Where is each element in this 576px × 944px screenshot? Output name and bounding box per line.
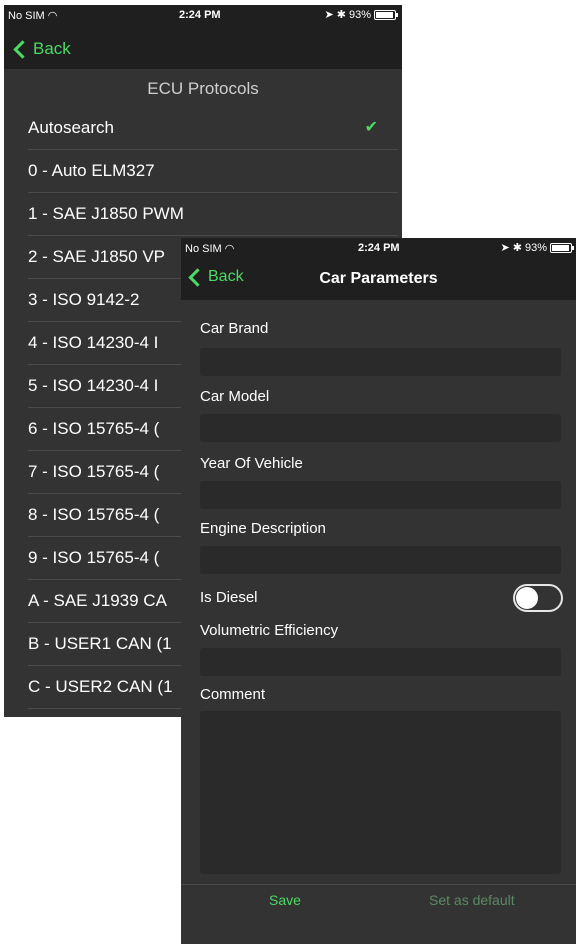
- engine-input[interactable]: [200, 546, 561, 574]
- protocol-label: 4 - ISO 14230-4 I: [28, 333, 159, 352]
- comment-textarea[interactable]: [200, 711, 561, 874]
- ve-input[interactable]: [200, 648, 561, 676]
- year-input[interactable]: [200, 481, 561, 509]
- car-parameters-screen: No SIM ◠ 2:24 PM ➤ ✱ 93% Back Car Parame…: [181, 238, 576, 944]
- nav-bar: Back Car Parameters: [181, 258, 576, 300]
- protocol-item[interactable]: Autosearch ✔: [28, 107, 398, 150]
- battery-percent: 93%: [348, 8, 371, 21]
- car-brand-label: Car Brand: [200, 320, 269, 337]
- bottom-toolbar: Save Set as default: [181, 884, 576, 944]
- bluetooth-icon: ✱: [336, 9, 346, 21]
- status-bar: No SIM ◠ 2:24 PM ➤ ✱ 93%: [181, 238, 576, 258]
- car-model-label: Car Model: [200, 388, 270, 405]
- battery-icon: [374, 9, 398, 20]
- protocol-item[interactable]: 1 - SAE J1850 PWM: [28, 193, 398, 236]
- protocol-label: 0 - Auto ELM327: [28, 161, 155, 180]
- battery-percent: 93%: [524, 241, 547, 254]
- protocol-label: 9 - ISO 15765-4 (: [28, 548, 160, 567]
- engine-label: Engine Description: [200, 520, 326, 537]
- protocol-label: 5 - ISO 14230-4 I: [28, 376, 159, 395]
- is-diesel-toggle[interactable]: [513, 584, 563, 612]
- battery-icon: [550, 242, 574, 253]
- chevron-left-icon: [13, 39, 32, 59]
- is-diesel-label: Is Diesel: [200, 589, 258, 606]
- comment-label: Comment: [200, 686, 266, 703]
- back-button[interactable]: Back: [12, 39, 71, 59]
- status-right: ➤ ✱ 93%: [500, 241, 574, 254]
- protocol-label: 6 - ISO 15765-4 (: [28, 419, 160, 438]
- section-title: ECU Protocols: [147, 79, 259, 98]
- save-button[interactable]: Save: [269, 892, 301, 908]
- car-brand-input[interactable]: [200, 348, 561, 376]
- toggle-knob: [516, 587, 538, 609]
- year-label: Year Of Vehicle: [200, 455, 303, 472]
- back-label: Back: [33, 39, 71, 58]
- protocol-label: 3 - ISO 9142-2: [28, 290, 140, 309]
- protocol-label: C - USER2 CAN (1: [28, 677, 173, 696]
- status-right: ➤ ✱ 93%: [324, 8, 398, 21]
- carrier-label: No SIM ◠: [185, 243, 235, 255]
- protocol-label: 7 - ISO 15765-4 (: [28, 462, 160, 481]
- protocol-label: 2 - SAE J1850 VP: [28, 247, 166, 266]
- status-time: 2:24 PM: [179, 9, 221, 21]
- wifi-icon: ◠: [47, 10, 58, 22]
- protocol-label: Autosearch: [28, 118, 114, 137]
- protocol-item[interactable]: 0 - Auto ELM327: [28, 150, 398, 193]
- protocol-label: 8 - ISO 15765-4 (: [28, 505, 160, 524]
- protocol-label: B - USER1 CAN (1: [28, 634, 172, 653]
- car-model-input[interactable]: [200, 414, 561, 442]
- checkmark-icon: ✔: [364, 119, 378, 136]
- carrier-label: No SIM ◠: [8, 10, 58, 22]
- wifi-icon: ◠: [224, 243, 235, 255]
- protocol-label: 1 - SAE J1850 PWM: [28, 204, 184, 223]
- protocol-label: A - SAE J1939 CA: [28, 591, 167, 610]
- ve-label: Volumetric Efficiency: [200, 622, 339, 639]
- status-bar: No SIM ◠ 2:24 PM ➤ ✱ 93%: [4, 5, 402, 25]
- status-time: 2:24 PM: [358, 242, 400, 254]
- page-title: Car Parameters: [319, 270, 438, 287]
- set-default-button[interactable]: Set as default: [429, 892, 515, 908]
- nav-bar: Back: [4, 25, 402, 69]
- location-icon: ➤: [500, 242, 510, 254]
- location-icon: ➤: [324, 9, 334, 21]
- bluetooth-icon: ✱: [512, 242, 522, 254]
